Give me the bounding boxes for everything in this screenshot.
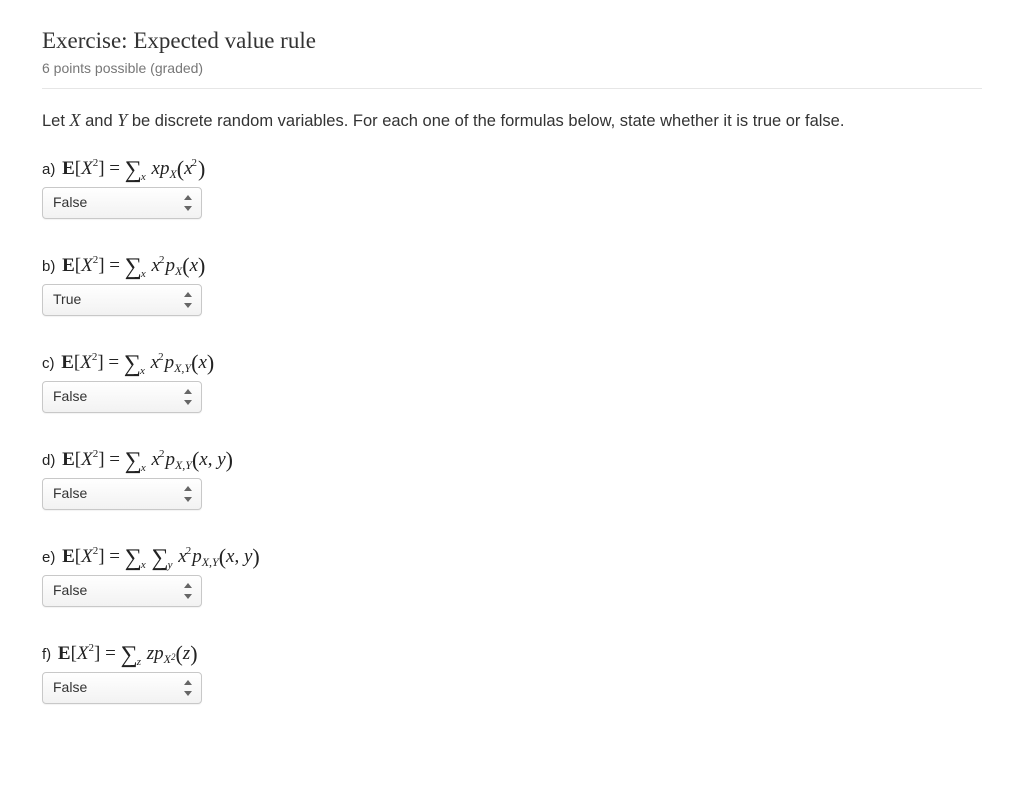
- formula-d: d) E[X2] = ∑x x2pX,Y(x, y): [42, 445, 982, 472]
- answer-value: True: [53, 291, 81, 307]
- question-b: b) E[X2] = ∑x x2pX(x) True: [42, 251, 982, 334]
- formula-c: c) E[X2] = ∑x x2pX,Y(x): [42, 348, 982, 375]
- divider: [42, 88, 982, 89]
- formula-f: f) E[X2] = ∑z zpX2(z): [42, 639, 982, 666]
- intro-text: Let X and Y be discrete random variables…: [42, 107, 982, 134]
- question-a: a) E[X2] = ∑x xpX(x2) False: [42, 154, 982, 237]
- question-f: f) E[X2] = ∑z zpX2(z) False: [42, 639, 982, 722]
- answer-value: False: [53, 485, 87, 501]
- stepper-icon: [183, 583, 193, 599]
- answer-value: False: [53, 582, 87, 598]
- question-d: d) E[X2] = ∑x x2pX,Y(x, y) False: [42, 445, 982, 528]
- stepper-icon: [183, 389, 193, 405]
- exercise-title: Exercise: Expected value rule: [42, 28, 982, 54]
- formula-b: b) E[X2] = ∑x x2pX(x): [42, 251, 982, 278]
- exercise-subhead: 6 points possible (graded): [42, 60, 982, 76]
- answer-value: False: [53, 388, 87, 404]
- answer-select-d[interactable]: False: [42, 478, 202, 510]
- answer-select-e[interactable]: False: [42, 575, 202, 607]
- stepper-icon: [183, 680, 193, 696]
- formula-a: a) E[X2] = ∑x xpX(x2): [42, 154, 982, 181]
- stepper-icon: [183, 195, 193, 211]
- answer-value: False: [53, 679, 87, 695]
- answer-select-a[interactable]: False: [42, 187, 202, 219]
- answer-value: False: [53, 194, 87, 210]
- answer-select-f[interactable]: False: [42, 672, 202, 704]
- answer-select-b[interactable]: True: [42, 284, 202, 316]
- stepper-icon: [183, 486, 193, 502]
- stepper-icon: [183, 292, 193, 308]
- question-e: e) E[X2] = ∑x ∑y x2pX,Y(x, y) False: [42, 542, 982, 625]
- question-c: c) E[X2] = ∑x x2pX,Y(x) False: [42, 348, 982, 431]
- formula-e: e) E[X2] = ∑x ∑y x2pX,Y(x, y): [42, 542, 982, 569]
- answer-select-c[interactable]: False: [42, 381, 202, 413]
